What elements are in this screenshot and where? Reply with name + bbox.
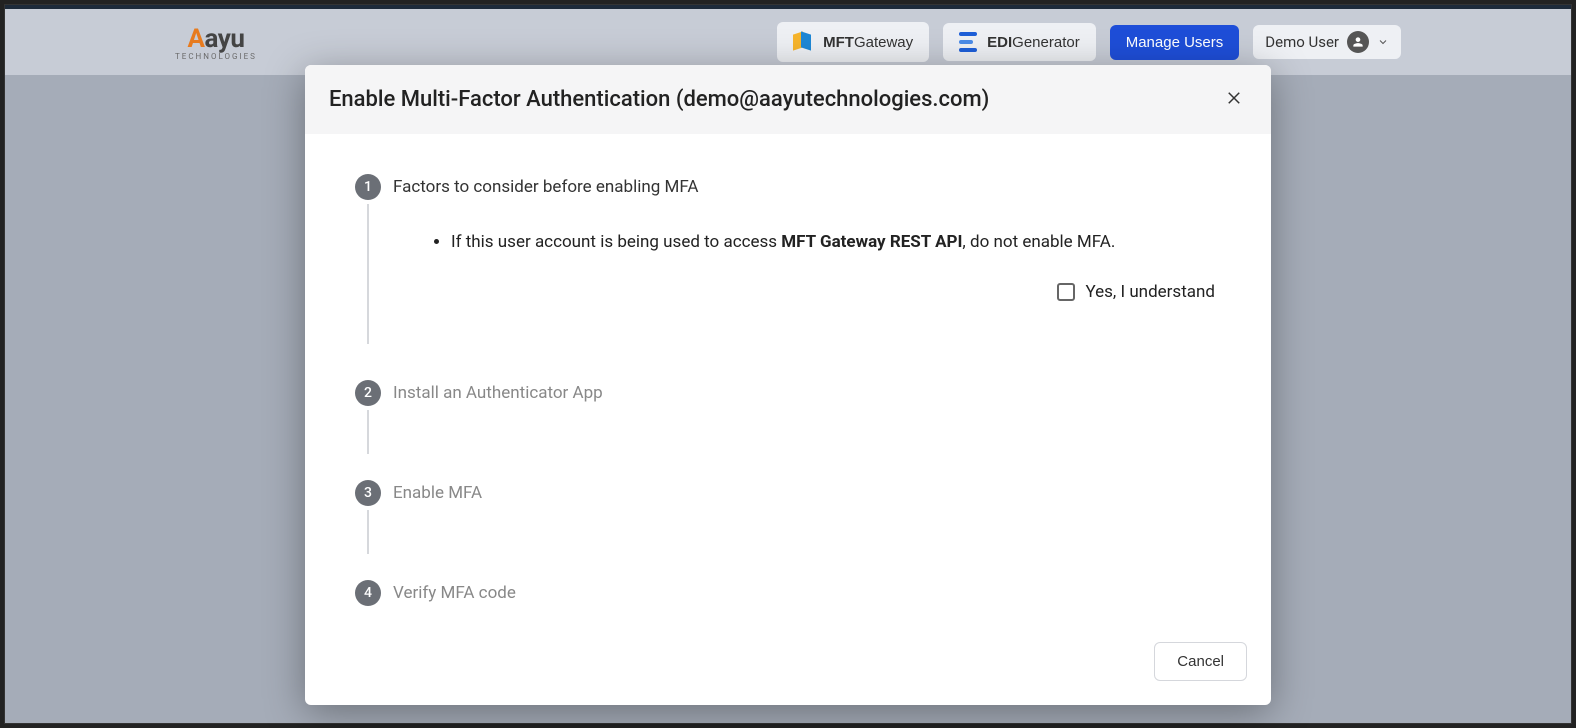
enable-mfa-modal: Enable Multi-Factor Authentication (demo… [305, 65, 1271, 705]
step-1-label: Factors to consider before enabling MFA [393, 174, 1221, 200]
acknowledge-label: Yes, I understand [1085, 282, 1215, 302]
acknowledge-row: Yes, I understand [433, 282, 1221, 302]
step-1-content: If this user account is being used to ac… [393, 200, 1221, 332]
step-1-number: 1 [355, 174, 381, 200]
cancel-button[interactable]: Cancel [1154, 642, 1247, 681]
close-button[interactable] [1221, 85, 1247, 114]
close-icon [1225, 89, 1243, 107]
acknowledge-checkbox[interactable] [1057, 283, 1075, 301]
modal-header: Enable Multi-Factor Authentication (demo… [305, 65, 1271, 134]
step-4-number: 4 [355, 580, 381, 606]
step-connector [367, 410, 369, 454]
modal-title: Enable Multi-Factor Authentication (demo… [329, 87, 989, 112]
step-1: 1 Factors to consider before enabling MF… [355, 174, 1221, 332]
step-3: 3 Enable MFA [355, 480, 1221, 506]
app-viewport: Aayu TECHNOLOGIES MFTGateway EDIGenerato… [4, 4, 1572, 724]
step-connector [367, 204, 369, 344]
mfa-stepper: 1 Factors to consider before enabling MF… [355, 174, 1221, 606]
step-2-label: Install an Authenticator App [393, 380, 1221, 406]
step-4-label: Verify MFA code [393, 580, 1221, 606]
step-connector [367, 510, 369, 554]
step-4: 4 Verify MFA code [355, 580, 1221, 606]
step-3-number: 3 [355, 480, 381, 506]
mfa-warning-bullet: If this user account is being used to ac… [451, 230, 1221, 256]
step-3-label: Enable MFA [393, 480, 1221, 506]
modal-footer: Cancel [305, 626, 1271, 705]
step-2-number: 2 [355, 380, 381, 406]
modal-body: 1 Factors to consider before enabling MF… [305, 134, 1271, 626]
step-2: 2 Install an Authenticator App [355, 380, 1221, 406]
